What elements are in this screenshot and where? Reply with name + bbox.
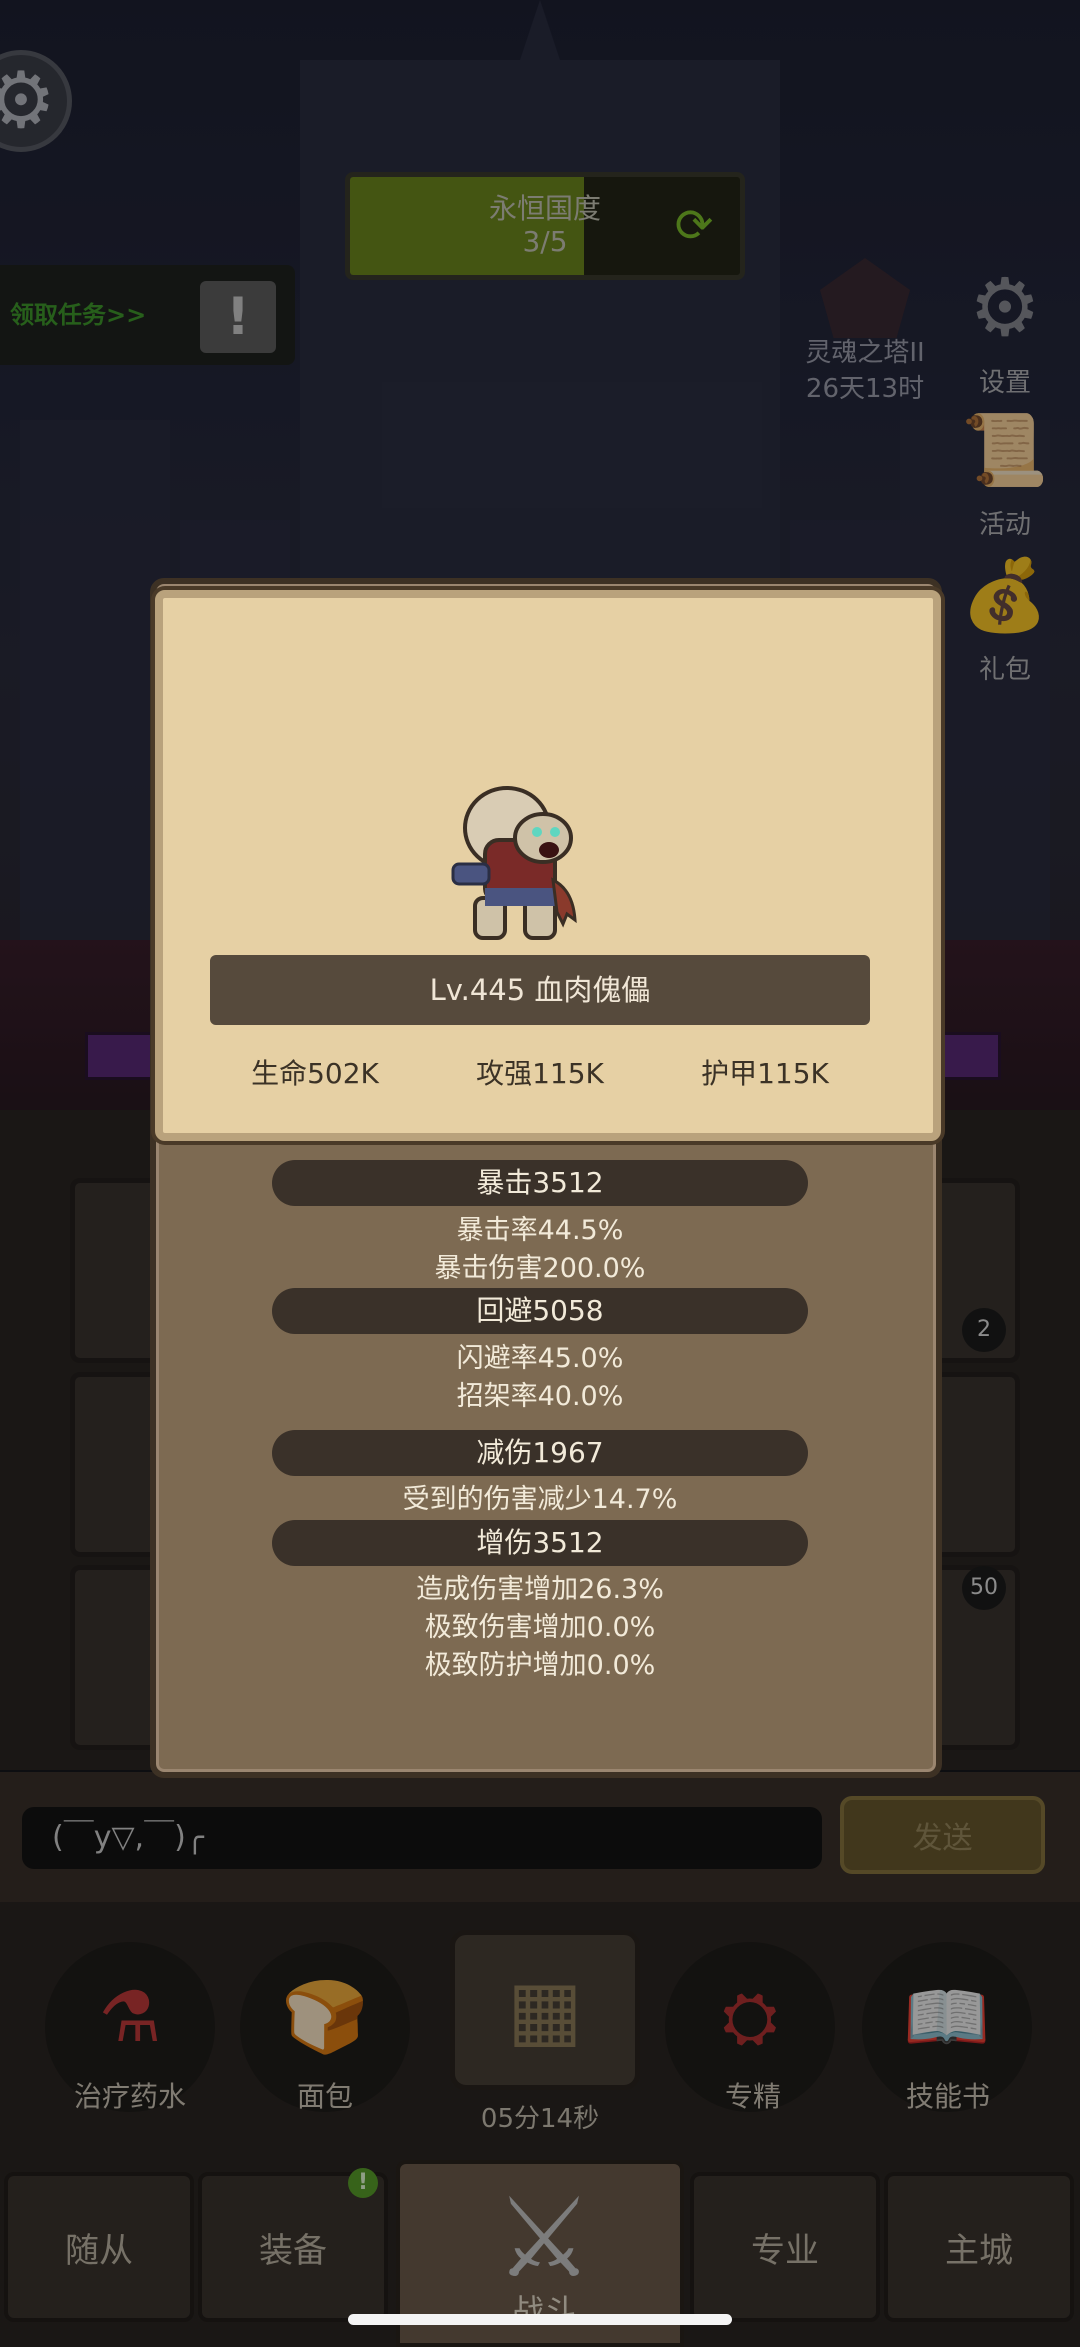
home-indicator[interactable] bbox=[348, 2314, 732, 2325]
crit-damage: 暴击伤害200.0% bbox=[434, 1253, 646, 1284]
monster-name-plate: Lv.445 血肉傀儡 bbox=[210, 955, 870, 1025]
dodge-header: 回避5058 bbox=[272, 1288, 808, 1334]
crit-rate: 暴击率44.5% bbox=[456, 1215, 624, 1246]
flesh-golem-icon bbox=[451, 786, 577, 940]
monster-name: Lv.445 血肉傀儡 bbox=[429, 973, 651, 1007]
monster-hp: 生命502K bbox=[251, 1057, 379, 1090]
extreme-damage-increase: 极致伤害增加0.0% bbox=[424, 1612, 656, 1643]
crit-header: 暴击3512 bbox=[272, 1160, 808, 1206]
parry-rate: 招架率40.0% bbox=[456, 1381, 624, 1412]
monster-armor: 护甲115K bbox=[701, 1057, 829, 1090]
reduction-header: 减伤1967 bbox=[272, 1430, 808, 1476]
dodge-rate: 闪避率45.0% bbox=[456, 1343, 624, 1374]
extreme-protection-increase: 极致防护增加0.0% bbox=[424, 1650, 656, 1681]
damage-taken-reduction: 受到的伤害减少14.7% bbox=[402, 1484, 678, 1515]
monster-attack: 攻强115K bbox=[476, 1057, 604, 1090]
damage-boost-header: 增伤3512 bbox=[272, 1520, 808, 1566]
damage-dealt-increase: 造成伤害增加26.3% bbox=[416, 1574, 664, 1605]
